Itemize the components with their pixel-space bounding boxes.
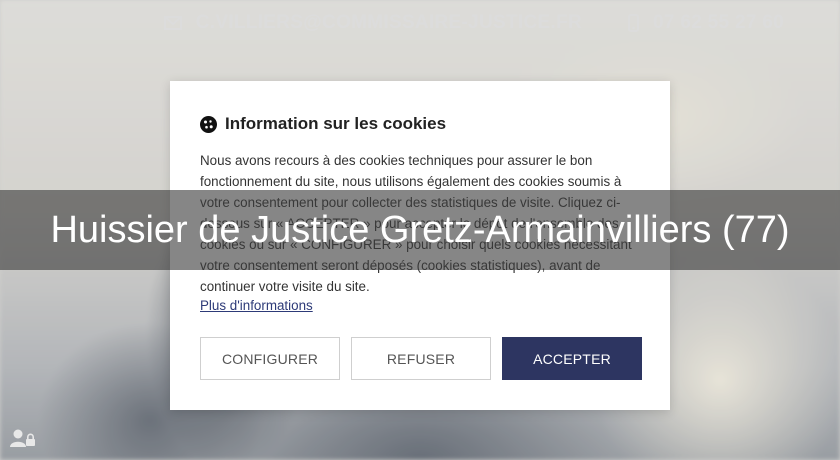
cookie-dialog-buttons: CONFIGURER REFUSER ACCEPTER [200,337,642,380]
cookie-dialog-header: Information sur les cookies [200,114,640,134]
contact-phone-text[interactable]: 07 62 55 27 60 [653,12,784,34]
refuse-button[interactable]: REFUSER [351,337,491,380]
mobile-phone-icon [628,14,640,32]
contact-phone[interactable]: 07 62 55 27 60 [628,12,784,34]
user-lock-icon[interactable] [10,428,36,448]
configure-button[interactable]: CONFIGURER [200,337,340,380]
contact-bar: C.VILLIERS@COMMISSAIRE-JUSTICE.FR 07 62 … [163,8,784,38]
cookie-dialog-title: Information sur les cookies [225,114,447,133]
cookie-icon [200,115,217,133]
envelope-icon [163,16,182,30]
accept-button[interactable]: ACCEPTER [502,337,642,380]
more-info-link[interactable]: Plus d'informations [200,298,313,313]
contact-email-text[interactable]: C.VILLIERS@COMMISSAIRE-JUSTICE.FR [196,12,582,34]
page-title: Huissier de Justice Gretz-Armainvilliers… [50,208,790,251]
hero-band: Huissier de Justice Gretz-Armainvilliers… [0,190,840,270]
contact-email[interactable]: C.VILLIERS@COMMISSAIRE-JUSTICE.FR [163,12,582,34]
